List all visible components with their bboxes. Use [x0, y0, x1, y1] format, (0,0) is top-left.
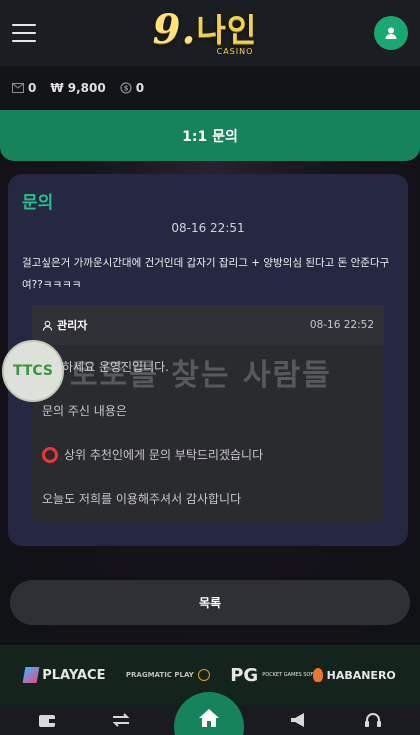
balance-bar: 0 ₩ 9,800 $ 0 [0, 66, 420, 110]
playace-logo-icon [22, 667, 40, 683]
provider-playace[interactable]: PLAYACE [22, 667, 105, 683]
megaphone-icon[interactable] [284, 705, 314, 735]
reply-line-text: 상위 추천인에게 문의 부탁드리겠습니다 [64, 448, 264, 462]
logo-hangul: 나인 [196, 11, 258, 49]
watermark-logo: TTCS [2, 340, 64, 402]
page-title-bar: 1:1 문의 [0, 110, 420, 161]
inquiry-heading: 문의 [22, 193, 54, 213]
reply-header: 관리자 08-16 22:52 [32, 305, 384, 345]
site-logo[interactable]: 9. 나인 CASINO [153, 10, 258, 56]
habanero-logo-icon [312, 668, 323, 682]
top-header: 9. 나인 CASINO [0, 0, 420, 66]
point-balance: $ 0 [120, 81, 144, 95]
reply-line: 상위 추천인에게 문의 부탁드리겠습니다 [42, 433, 374, 477]
user-icon[interactable] [374, 16, 408, 50]
menu-icon[interactable] [12, 24, 36, 42]
message-count-value: 0 [28, 81, 37, 95]
mail-icon [12, 83, 24, 93]
coin-icon: $ [120, 82, 132, 94]
reply-author-name: 관리자 [57, 319, 88, 332]
watermark-logo-text: TTCS [12, 363, 54, 379]
inquiry-date: 08-16 22:51 [171, 221, 245, 235]
reply-line: 오늘도 저희를 이용해주셔서 감사합니다 [42, 492, 242, 506]
money-balance-value: ₩ 9,800 [50, 81, 106, 95]
reply-author: 관리자 [42, 317, 87, 333]
money-balance: ₩ 9,800 [50, 81, 105, 95]
pragmatic-logo-icon [197, 669, 210, 681]
person-icon [42, 320, 53, 331]
svg-text:$: $ [123, 85, 128, 93]
headset-icon[interactable] [358, 705, 388, 735]
reply-line: 문의 주신 내용은 [42, 404, 127, 418]
message-count[interactable]: 0 [12, 81, 36, 95]
provider-pragmatic[interactable]: PRAGMATIC PLAY [126, 669, 210, 681]
logo-sub: CASINO [216, 47, 254, 56]
red-circle-icon [42, 447, 58, 463]
list-button[interactable]: 목록 [10, 580, 410, 625]
page-title: 1:1 문의 [182, 128, 238, 145]
wallet-icon[interactable] [32, 705, 62, 735]
inquiry-body: 걸고싶은거 가까운시간대에 건거인데 갑자기 잡리그 + 양방의심 된다고 돈 … [22, 257, 390, 291]
provider-pg[interactable]: PG POCKET GAMES SOFT [230, 665, 316, 686]
point-balance-value: 0 [135, 81, 145, 95]
watermark-text: 토토를 찾는 사람들 [70, 358, 332, 393]
reply-date: 08-16 22:52 [309, 319, 374, 331]
home-icon [199, 709, 219, 727]
provider-habanero[interactable]: HABANERO [312, 668, 396, 682]
admin-reply: 관리자 08-16 22:52 하세요 운영진입니다. 문의 주신 내용은 상위… [32, 305, 384, 521]
transfer-icon[interactable] [106, 705, 136, 735]
logo-nine: 9. [152, 6, 197, 53]
